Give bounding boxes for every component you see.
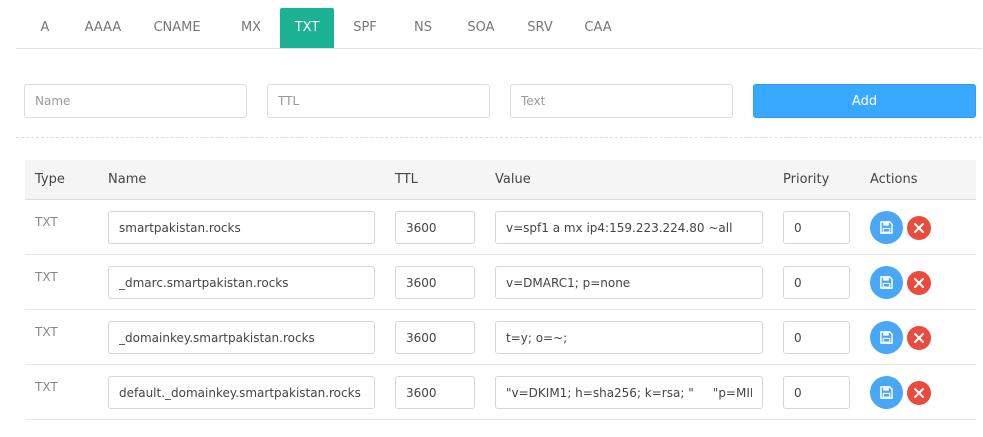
header-ttl: TTL: [395, 172, 418, 187]
table-row: TXT: [25, 255, 976, 310]
tab-srv[interactable]: SRV: [512, 8, 568, 48]
text-input[interactable]: [510, 84, 733, 118]
save-button[interactable]: [870, 211, 903, 244]
record-value-input[interactable]: [495, 321, 763, 354]
record-type: TXT: [35, 325, 58, 339]
floppy-disk-icon: [880, 386, 893, 399]
tab-spf[interactable]: SPF: [334, 8, 396, 48]
record-type: TXT: [35, 270, 58, 284]
close-icon: [914, 278, 924, 288]
record-value-input[interactable]: [495, 211, 763, 244]
header-type: Type: [35, 172, 65, 187]
tab-cname[interactable]: CNAME: [132, 8, 222, 48]
dns-records-page: A AAAA CNAME MX TXT SPF NS SOA SRV CAA A…: [0, 0, 983, 437]
record-ttl-input[interactable]: [395, 211, 475, 244]
record-name-input[interactable]: [108, 321, 375, 354]
name-input[interactable]: [24, 84, 247, 118]
table-header: Type Name TTL Value Priority Actions: [25, 160, 976, 200]
save-button[interactable]: [870, 266, 903, 299]
record-type: TXT: [35, 380, 58, 394]
add-button[interactable]: Add: [753, 84, 976, 118]
header-priority: Priority: [783, 172, 830, 187]
floppy-disk-icon: [880, 221, 893, 234]
floppy-disk-icon: [880, 331, 893, 344]
records-table: Type Name TTL Value Priority Actions TXT: [25, 160, 976, 420]
save-button[interactable]: [870, 376, 903, 409]
tab-a[interactable]: A: [16, 8, 74, 48]
header-actions: Actions: [870, 172, 918, 187]
tab-txt[interactable]: TXT: [280, 8, 334, 48]
tab-soa[interactable]: SOA: [450, 8, 512, 48]
add-record-form: Add: [24, 84, 976, 118]
delete-button[interactable]: [907, 271, 931, 295]
close-icon: [914, 333, 924, 343]
record-ttl-input[interactable]: [395, 376, 475, 409]
tab-ns[interactable]: NS: [396, 8, 450, 48]
section-divider: [16, 137, 982, 138]
record-ttl-input[interactable]: [395, 266, 475, 299]
record-ttl-input[interactable]: [395, 321, 475, 354]
delete-button[interactable]: [907, 216, 931, 240]
ttl-input[interactable]: [267, 84, 490, 118]
record-name-input[interactable]: [108, 376, 375, 409]
record-type: TXT: [35, 215, 58, 229]
close-icon: [914, 223, 924, 233]
record-priority-input[interactable]: [783, 266, 850, 299]
record-value-input[interactable]: [495, 376, 763, 409]
record-value-input[interactable]: [495, 266, 763, 299]
close-icon: [914, 388, 924, 398]
table-row: TXT: [25, 365, 976, 420]
tab-caa[interactable]: CAA: [568, 8, 628, 48]
floppy-disk-icon: [880, 276, 893, 289]
table-row: TXT: [25, 310, 976, 365]
record-name-input[interactable]: [108, 211, 375, 244]
table-row: TXT: [25, 200, 976, 255]
tab-mx[interactable]: MX: [222, 8, 280, 48]
record-type-tabs: A AAAA CNAME MX TXT SPF NS SOA SRV CAA: [16, 8, 982, 49]
delete-button[interactable]: [907, 326, 931, 350]
tab-aaaa[interactable]: AAAA: [74, 8, 132, 48]
delete-button[interactable]: [907, 381, 931, 405]
header-name: Name: [108, 172, 147, 187]
record-name-input[interactable]: [108, 266, 375, 299]
record-priority-input[interactable]: [783, 211, 850, 244]
save-button[interactable]: [870, 321, 903, 354]
record-priority-input[interactable]: [783, 376, 850, 409]
record-priority-input[interactable]: [783, 321, 850, 354]
header-value: Value: [495, 172, 531, 187]
